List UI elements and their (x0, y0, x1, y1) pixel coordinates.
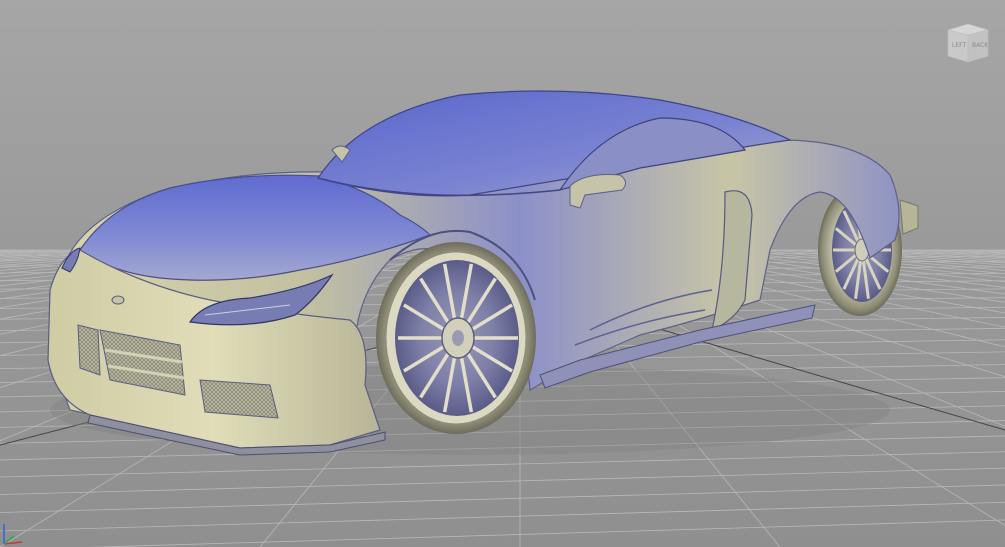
front-wheel (376, 242, 536, 434)
lower-intake-left (77, 324, 101, 376)
hood-badge (111, 295, 125, 305)
lower-intake-right (199, 379, 279, 419)
3d-viewport[interactable]: LEFT BACK (0, 0, 1005, 547)
axis-triad-icon (3, 524, 23, 545)
viewcube[interactable]: LEFT BACK (944, 20, 992, 64)
rear-bumper (899, 199, 919, 235)
viewcube-left-label: LEFT (952, 42, 966, 49)
viewcube-back-label: BACK (972, 42, 989, 49)
scene-canvas[interactable] (0, 0, 1005, 547)
